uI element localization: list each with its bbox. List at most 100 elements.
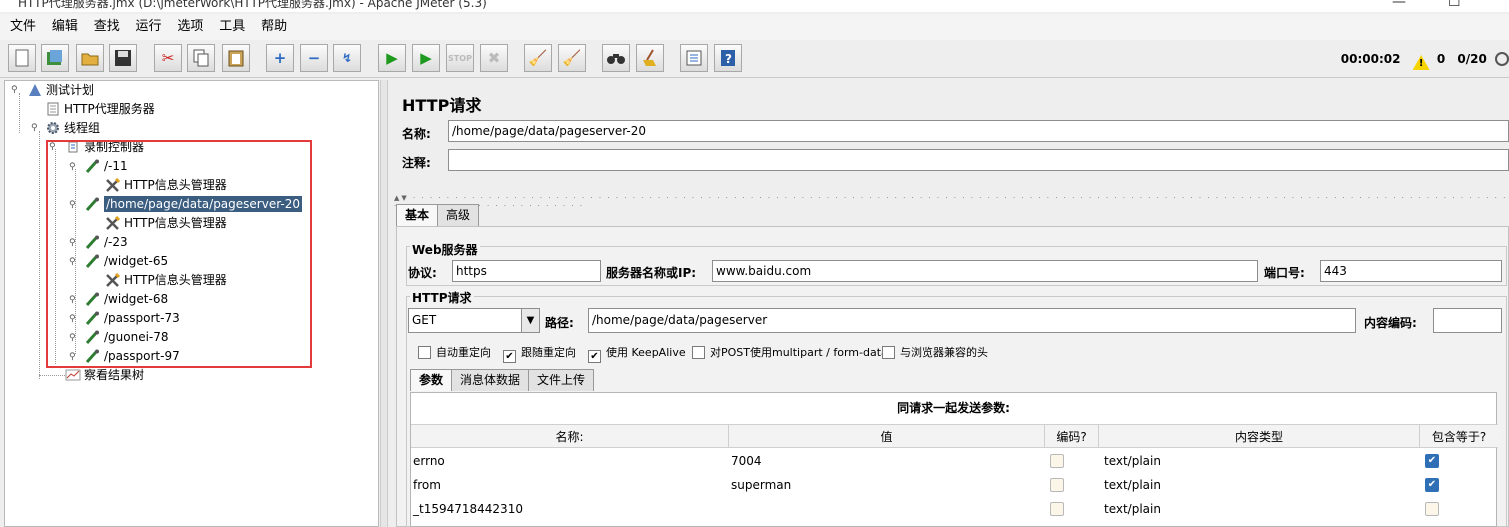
checkbox-auto-redirect[interactable]: 自动重定向 xyxy=(418,344,491,360)
collapse-icon[interactable]: − xyxy=(300,44,328,72)
name-label: 名称: xyxy=(402,127,431,141)
menu-run[interactable]: 运行 xyxy=(136,14,162,40)
port-field[interactable]: 443 xyxy=(1320,260,1502,282)
checkbox-box[interactable] xyxy=(418,346,431,359)
protocol-field[interactable]: https xyxy=(452,260,601,282)
column-header-value[interactable]: 值 xyxy=(729,424,1045,448)
method-select[interactable]: GET ▼ xyxy=(408,308,540,333)
window-titlebar: HTTP代理服务器.jmx (D:\jmeterWork\HTTP代理服务器.j… xyxy=(0,0,1509,12)
elapsed-time: 00:00:02 xyxy=(1340,52,1401,66)
collapse-handle-icon[interactable]: ▲▼ · · · · · · · · · · · · · · · · · · ·… xyxy=(394,194,1509,210)
chevron-down-icon[interactable]: ▼ xyxy=(521,309,539,332)
checkbox-multipart[interactable]: 对POST使用multipart / form-data xyxy=(692,344,888,360)
checkbox-box[interactable] xyxy=(882,346,895,359)
tab-file-upload[interactable]: 文件上传 xyxy=(528,369,595,391)
copy-icon[interactable] xyxy=(187,44,215,72)
checkbox-keepalive[interactable]: ✔ 使用 KeepAlive xyxy=(588,344,686,363)
test-plan-icon xyxy=(27,83,43,97)
clear-all-icon[interactable]: 🧹 xyxy=(558,44,586,72)
toggle-icon[interactable]: ↯ xyxy=(333,44,361,72)
proxy-icon xyxy=(45,102,61,116)
expand-icon[interactable]: + xyxy=(266,44,294,72)
help-icon[interactable]: ? xyxy=(714,44,742,72)
menu-search[interactable]: 查找 xyxy=(94,14,120,40)
tree-node-view-results-tree[interactable]: 察看结果树 xyxy=(65,366,144,385)
templates-icon[interactable] xyxy=(41,44,69,72)
port-label: 端口号: xyxy=(1264,266,1305,280)
param-content-type[interactable]: text/plain xyxy=(1104,449,1161,473)
encode-checkbox[interactable] xyxy=(1050,502,1064,516)
warning-icon[interactable]: ! xyxy=(1412,55,1430,70)
param-value[interactable]: 7004 xyxy=(731,449,762,473)
tab-body-data[interactable]: 消息体数据 xyxy=(451,369,530,391)
menu-bar: 文件 编辑 查找 运行 选项 工具 帮助 xyxy=(0,14,1509,40)
root-toggle-icon[interactable]: ⚲ xyxy=(11,85,21,95)
path-label: 路径: xyxy=(545,316,574,330)
comment-field[interactable] xyxy=(448,149,1509,171)
reset-search-icon[interactable] xyxy=(636,44,664,72)
menu-help[interactable]: 帮助 xyxy=(261,14,287,40)
param-name[interactable]: _t1594718442310 xyxy=(413,497,523,521)
param-name[interactable]: errno xyxy=(413,449,445,473)
split-pane-divider[interactable] xyxy=(380,80,388,527)
remote-status-icon[interactable] xyxy=(1495,52,1509,66)
server-label: 服务器名称或IP: xyxy=(606,266,697,280)
path-field[interactable]: /home/page/data/pageserver xyxy=(588,308,1356,333)
search-icon[interactable] xyxy=(602,44,630,72)
method-value: GET xyxy=(412,313,437,327)
checkbox-box[interactable] xyxy=(692,346,705,359)
tree-node-thread-group[interactable]: 线程组 xyxy=(45,119,100,138)
highlight-box xyxy=(46,140,312,368)
checkbox-browser-headers[interactable]: 与浏览器兼容的头 xyxy=(882,344,988,360)
new-file-icon[interactable] xyxy=(8,44,36,72)
start-no-pause-icon[interactable]: ▶ xyxy=(412,44,440,72)
column-header-encode[interactable]: 编码? xyxy=(1045,424,1099,448)
checkmark-icon[interactable]: ✔ xyxy=(588,350,601,363)
menu-options[interactable]: 选项 xyxy=(177,14,203,40)
function-helper-icon[interactable] xyxy=(680,44,708,72)
tree-node-proxy[interactable]: HTTP代理服务器 xyxy=(45,100,155,119)
include-equals-checkbox[interactable]: ✔ xyxy=(1425,454,1439,468)
menu-edit[interactable]: 编辑 xyxy=(52,14,78,40)
start-icon[interactable]: ▶ xyxy=(378,44,406,72)
param-content-type[interactable]: text/plain xyxy=(1104,473,1161,497)
checkmark-icon[interactable]: ✔ xyxy=(503,350,516,363)
menu-file[interactable]: 文件 xyxy=(10,14,36,40)
content-encoding-field[interactable] xyxy=(1433,308,1502,333)
param-name[interactable]: from xyxy=(413,473,441,497)
protocol-label: 协议: xyxy=(408,266,437,280)
thread-count: 0/20 xyxy=(1457,52,1487,66)
encode-checkbox[interactable] xyxy=(1050,478,1064,492)
tab-parameters[interactable]: 参数 xyxy=(410,369,453,391)
thread-group-toggle-icon[interactable]: ⚲ xyxy=(31,123,41,133)
paste-icon[interactable] xyxy=(222,44,250,72)
maximize-icon[interactable]: ☐ xyxy=(1448,0,1461,10)
encode-checkbox[interactable] xyxy=(1050,454,1064,468)
server-field[interactable]: www.baidu.com xyxy=(712,260,1258,282)
stop-icon[interactable]: STOP xyxy=(446,44,474,72)
param-value[interactable]: superman xyxy=(731,473,791,497)
menu-tools[interactable]: 工具 xyxy=(219,14,245,40)
status-area: 00:00:02 ! 0 0/20 xyxy=(1341,52,1509,70)
tab-basic[interactable]: 基本 xyxy=(396,204,439,226)
param-content-type[interactable]: text/plain xyxy=(1104,497,1161,521)
column-header-name[interactable]: 名称: xyxy=(411,424,729,448)
minimize-icon[interactable]: — xyxy=(1392,0,1406,10)
parameters-caption: 同请求一起发送参数: xyxy=(897,401,1010,415)
tab-advanced[interactable]: 高级 xyxy=(437,204,480,226)
cut-icon[interactable]: ✂ xyxy=(154,44,182,72)
http-request-title: HTTP请求 xyxy=(410,289,474,306)
name-field[interactable]: /home/page/data/pageserver-20 xyxy=(448,120,1509,142)
open-folder-icon[interactable] xyxy=(76,44,104,72)
include-equals-checkbox[interactable]: ✔ xyxy=(1425,478,1439,492)
checkbox-follow-redirect[interactable]: ✔ 跟随重定向 xyxy=(503,344,576,363)
shutdown-icon[interactable]: ✖ xyxy=(480,44,508,72)
save-icon[interactable] xyxy=(109,44,137,72)
error-count: 0 xyxy=(1436,52,1446,66)
tree-node-test-plan[interactable]: 测试计划 xyxy=(27,81,94,100)
column-header-include-equals[interactable]: 包含等于? xyxy=(1420,424,1498,448)
content-encoding-label: 内容编码: xyxy=(1364,316,1417,330)
include-equals-checkbox[interactable] xyxy=(1425,502,1439,516)
clear-icon[interactable]: 🧹 xyxy=(524,44,552,72)
column-header-content-type[interactable]: 内容类型 xyxy=(1099,424,1420,448)
